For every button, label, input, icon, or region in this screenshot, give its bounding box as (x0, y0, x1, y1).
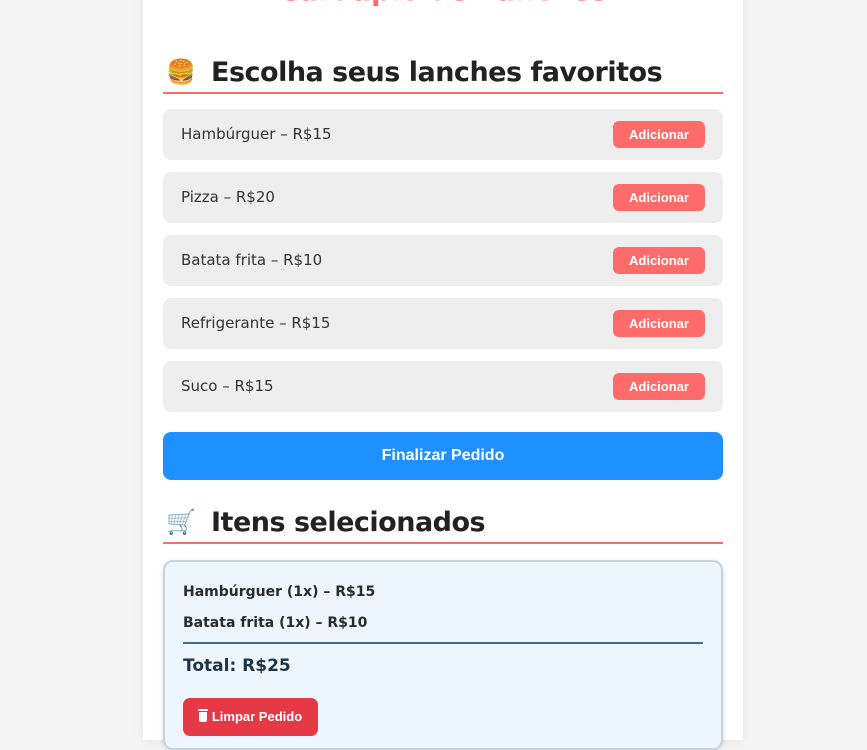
page-title: Cardápio de Lanches (143, 0, 743, 11)
add-suco-button[interactable]: Adicionar (613, 373, 705, 400)
order-total: Total: R$25 (183, 656, 291, 676)
add-batata-frita-button[interactable]: Adicionar (613, 247, 705, 274)
cart-heading-text: Itens selecionados (211, 506, 486, 538)
add-pizza-button[interactable]: Adicionar (613, 184, 705, 211)
trash-icon (197, 709, 208, 722)
menu-item-suco: Suco – R$15 Adicionar (163, 361, 723, 412)
burger-icon: 🍔 (166, 58, 196, 86)
menu-item-pizza: Pizza – R$20 Adicionar (163, 172, 723, 223)
clear-order-button[interactable]: Limpar Pedido (183, 698, 318, 736)
menu-item-batata-frita: Batata frita – R$10 Adicionar (163, 235, 723, 286)
add-hamburguer-button[interactable]: Adicionar (613, 121, 705, 148)
order-summary: Hambúrguer (1x) – R$15 Batata frita (1x)… (163, 560, 723, 750)
menu-item-label: Refrigerante – R$15 (181, 314, 331, 332)
order-line-item: Batata frita (1x) – R$10 (183, 615, 368, 631)
order-divider (183, 642, 703, 644)
order-line-item: Hambúrguer (1x) – R$15 (183, 584, 376, 600)
cart-section-heading: 🛒 Itens selecionados (163, 502, 723, 544)
add-refrigerante-button[interactable]: Adicionar (613, 310, 705, 337)
menu-item-label: Pizza – R$20 (181, 188, 275, 206)
menu-section-heading: 🍔 Escolha seus lanches favoritos (163, 52, 723, 94)
menu-item-label: Batata frita – R$10 (181, 251, 323, 269)
menu-heading-text: Escolha seus lanches favoritos (211, 56, 663, 88)
clear-order-label: Limpar Pedido (211, 709, 303, 724)
menu-item-refrigerante: Refrigerante – R$15 Adicionar (163, 298, 723, 349)
shopping-cart-icon: 🛒 (166, 508, 196, 536)
menu-item-hamburguer: Hambúrguer – R$15 Adicionar (163, 109, 723, 160)
finalize-order-button[interactable]: Finalizar Pedido (163, 432, 723, 480)
menu-item-label: Hambúrguer – R$15 (181, 125, 332, 143)
menu-item-label: Suco – R$15 (181, 377, 274, 395)
